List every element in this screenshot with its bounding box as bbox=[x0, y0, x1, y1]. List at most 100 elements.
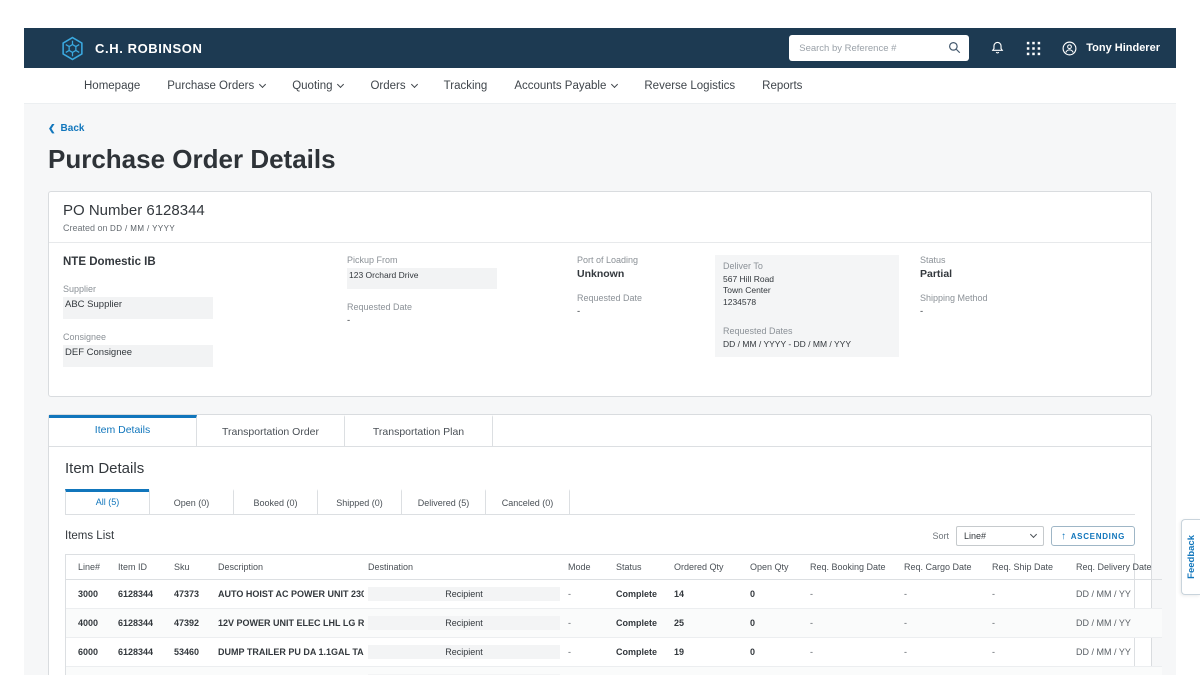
feedback-button[interactable]: Feedback bbox=[1181, 519, 1200, 595]
menu-item-label: Quoting bbox=[292, 80, 332, 92]
po-summary-card: PO Number 6128344 Created on DD / MM / Y… bbox=[48, 191, 1152, 397]
port-of-loading-value: Unknown bbox=[577, 268, 715, 280]
cell-req-booking-date: - bbox=[806, 638, 900, 667]
column-header-req-delivery-date: Req. Delivery Date bbox=[1072, 555, 1162, 580]
menu-item-purchase-orders[interactable]: Purchase Orders bbox=[167, 80, 265, 92]
status-label: Status bbox=[920, 255, 1137, 265]
cell-req-cargo-date: - bbox=[900, 667, 988, 675]
items-table-wrap: Line#Item IDSkuDescriptionDestinationMod… bbox=[65, 554, 1135, 675]
user-name: Tony Hinderer bbox=[1086, 42, 1160, 54]
cell-req-ship-date: - bbox=[988, 580, 1072, 609]
tab-item-details[interactable]: Item Details bbox=[49, 415, 197, 446]
shipping-method-label: Shipping Method bbox=[920, 293, 1137, 303]
menu-item-quoting[interactable]: Quoting bbox=[292, 80, 343, 92]
deliver-to-panel: Deliver To 567 Hill Road Town Center 123… bbox=[715, 255, 899, 357]
items-list-header: Items List Sort Line# ↑ ASCENDING bbox=[65, 526, 1135, 546]
filter-tab-open-0[interactable]: Open (0) bbox=[149, 489, 234, 514]
cell-req-ship-date: - bbox=[988, 609, 1072, 638]
cell-req-cargo-date: - bbox=[900, 638, 988, 667]
menu-item-homepage[interactable]: Homepage bbox=[84, 80, 140, 92]
cell-item-id: 6128344 bbox=[114, 667, 170, 675]
requested-dates-value: DD / MM / YYYY - DD / MM / YYY bbox=[723, 339, 891, 349]
cell-ordered-qty: 25 bbox=[670, 609, 746, 638]
address-line: Town Center bbox=[723, 285, 891, 296]
requested-dates-label: Requested Dates bbox=[723, 326, 891, 336]
chevron-down-icon bbox=[337, 80, 344, 87]
cell-line: 8000 bbox=[66, 667, 114, 675]
created-on-label: Created on bbox=[63, 223, 108, 233]
tab-transportation-order[interactable]: Transportation Order bbox=[197, 415, 345, 446]
menu-item-orders[interactable]: Orders bbox=[370, 80, 416, 92]
menu-item-label: Homepage bbox=[84, 80, 140, 92]
pickup-from-label: Pickup From bbox=[347, 255, 577, 265]
app-frame: C.H. ROBINSON bbox=[24, 28, 1176, 675]
chevron-left-icon: ❮ bbox=[48, 123, 56, 134]
items-table: Line#Item IDSkuDescriptionDestinationMod… bbox=[66, 555, 1162, 675]
masked-destination-value: Recipient bbox=[368, 645, 560, 659]
back-link[interactable]: ❮ Back bbox=[48, 123, 84, 134]
cell-mode: - bbox=[564, 667, 612, 675]
cell-mode: - bbox=[564, 580, 612, 609]
po-created: Created on DD / MM / YYYY bbox=[63, 223, 1137, 233]
shipping-method-value: - bbox=[920, 306, 1137, 317]
created-on-value: DD / MM / YYYY bbox=[110, 224, 175, 233]
page-content: ❮ Back Purchase Order Details PO Number … bbox=[24, 104, 1176, 675]
column-header-ordered-qty: Ordered Qty bbox=[670, 555, 746, 580]
filter-tab-delivered-5[interactable]: Delivered (5) bbox=[401, 489, 486, 514]
cell-description: INDUST PU 230/460V 2320PSI 15 bbox=[214, 667, 364, 675]
cell-req-cargo-date: - bbox=[900, 580, 988, 609]
po-col-status: Status Partial Shipping Method - bbox=[920, 255, 1137, 330]
filter-tab-shipped-0[interactable]: Shipped (0) bbox=[317, 489, 402, 514]
arrow-up-icon: ↑ bbox=[1061, 531, 1067, 542]
sort-direction-button[interactable]: ↑ ASCENDING bbox=[1051, 526, 1135, 546]
sort-label: Sort bbox=[932, 531, 949, 541]
column-header-open-qty: Open Qty bbox=[746, 555, 806, 580]
cell-req-cargo-date: - bbox=[900, 609, 988, 638]
search-input[interactable] bbox=[789, 35, 969, 61]
tab-transportation-plan[interactable]: Transportation Plan bbox=[345, 415, 493, 446]
consignee-label: Consignee bbox=[63, 332, 347, 342]
cell-req-delivery-date: DD / MM / YY bbox=[1072, 667, 1162, 675]
cell-req-delivery-date: DD / MM / YY bbox=[1072, 580, 1162, 609]
user-avatar-icon bbox=[1061, 40, 1078, 57]
divider bbox=[49, 242, 1151, 243]
menu-item-reports[interactable]: Reports bbox=[762, 80, 802, 92]
cell-item-id: 6128344 bbox=[114, 580, 170, 609]
cell-ordered-qty: 19 bbox=[670, 638, 746, 667]
sort-select[interactable]: Line# bbox=[956, 526, 1044, 546]
filter-tab-booked-0[interactable]: Booked (0) bbox=[233, 489, 318, 514]
cell-description: DUMP TRAILER PU DA 1.1GAL TANK bbox=[214, 638, 364, 667]
cell-destination: Recipient bbox=[364, 638, 564, 667]
menu-item-label: Reverse Logistics bbox=[644, 80, 735, 92]
column-header-item-id: Item ID bbox=[114, 555, 170, 580]
filter-tab-canceled-0[interactable]: Canceled (0) bbox=[485, 489, 570, 514]
notifications-bell-icon[interactable] bbox=[989, 40, 1006, 57]
menu-item-tracking[interactable]: Tracking bbox=[444, 80, 488, 92]
status-value: Partial bbox=[920, 268, 1137, 280]
main-menu: Homepage Purchase Orders Quoting Orders Trac… bbox=[24, 68, 1176, 104]
user-menu[interactable]: Tony Hinderer bbox=[1061, 40, 1160, 57]
column-header-destination: Destination bbox=[364, 555, 564, 580]
menu-item-accounts-payable[interactable]: Accounts Payable bbox=[514, 80, 617, 92]
supplier-label: Supplier bbox=[63, 284, 347, 294]
cell-description: AUTO HOIST AC POWER UNIT 230V bbox=[214, 580, 364, 609]
po-details-grid: NTE Domestic IB Supplier ABC Supplier Co… bbox=[63, 255, 1137, 380]
search-icon[interactable] bbox=[947, 40, 962, 60]
port-requested-date-label: Requested Date bbox=[577, 293, 715, 303]
apps-grid-icon[interactable] bbox=[1026, 41, 1041, 56]
filter-tab-all-5[interactable]: All (5) bbox=[65, 489, 150, 514]
table-row: 3000612834447373AUTO HOIST AC POWER UNIT… bbox=[66, 580, 1162, 609]
page-title: Purchase Order Details bbox=[48, 144, 1164, 175]
reference-search bbox=[789, 35, 969, 61]
cell-status: Complete bbox=[612, 667, 670, 675]
sort-direction-label: ASCENDING bbox=[1071, 532, 1125, 541]
po-number: PO Number 6128344 bbox=[63, 202, 1137, 219]
order-type: NTE Domestic IB bbox=[63, 256, 347, 268]
port-of-loading-label: Port of Loading bbox=[577, 255, 715, 265]
menu-item-reverse-logistics[interactable]: Reverse Logistics bbox=[644, 80, 735, 92]
column-header-mode: Mode bbox=[564, 555, 612, 580]
cell-req-ship-date: - bbox=[988, 638, 1072, 667]
cell-sku: 47392 bbox=[170, 609, 214, 638]
detail-tabs: Item DetailsTransportation OrderTranspor… bbox=[49, 415, 1151, 447]
brand[interactable]: C.H. ROBINSON bbox=[60, 36, 202, 61]
